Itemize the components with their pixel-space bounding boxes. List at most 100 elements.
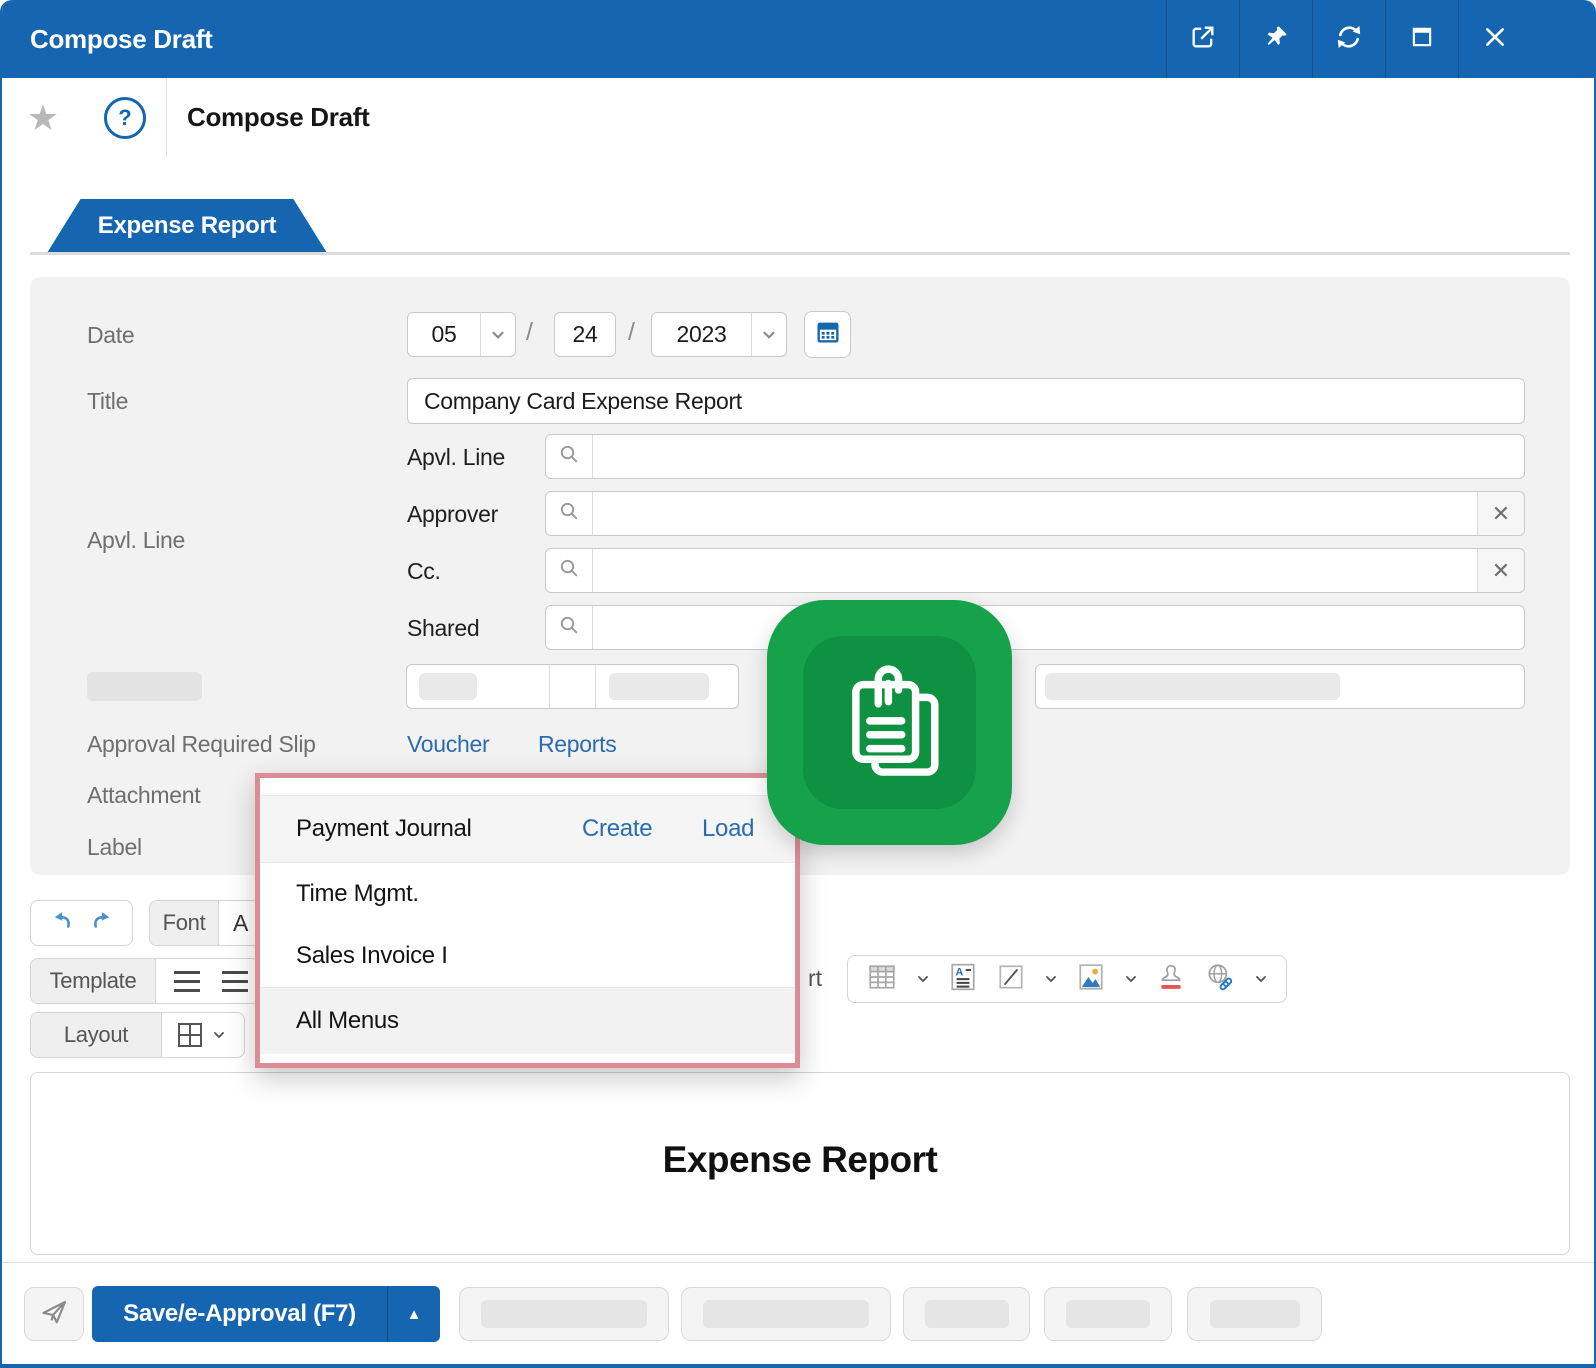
insert-line-button[interactable] (996, 962, 1026, 997)
tab-expense-report[interactable]: Expense Report (47, 199, 327, 253)
day-input[interactable]: 24 (554, 312, 616, 357)
layout-button[interactable]: Layout (31, 1013, 162, 1057)
open-new-window-icon (1189, 23, 1217, 56)
menu-item-label: Sales Invoice I (296, 942, 448, 970)
shared-input[interactable] (593, 606, 1524, 649)
help-button[interactable]: ? (84, 78, 167, 157)
shared-field (545, 605, 1525, 650)
menu-item-payment-journal[interactable]: Payment Journal Create Load (260, 795, 795, 863)
table-icon (866, 962, 898, 997)
calendar-button[interactable] (804, 311, 851, 358)
maximize-icon (1409, 24, 1435, 55)
layout-grid-dropdown[interactable] (212, 1028, 226, 1042)
title-value: Company Card Expense Report (424, 388, 742, 415)
apvl-line-search-button[interactable] (546, 435, 593, 478)
star-icon: ★ (27, 100, 59, 136)
attachment-badge (767, 600, 1012, 845)
approver-clear-button[interactable]: ✕ (1477, 492, 1524, 535)
cc-field: ✕ (545, 548, 1525, 593)
close-button[interactable] (1458, 0, 1531, 78)
shared-search-button[interactable] (546, 606, 593, 649)
cc-input[interactable] (593, 549, 1477, 592)
placeholder-field-left (406, 664, 739, 709)
title-input[interactable]: Company Card Expense Report (407, 378, 1525, 424)
pin-button[interactable] (1239, 0, 1312, 78)
apvl-line-row-label: Apvl. Line (407, 444, 505, 471)
maximize-button[interactable] (1385, 0, 1458, 78)
reports-link[interactable]: Reports (538, 731, 616, 758)
attachment-label: Attachment (87, 782, 200, 809)
insert-link-dropdown[interactable] (1254, 972, 1268, 986)
approval-slip-label: Approval Required Slip (87, 731, 316, 758)
close-icon (1481, 23, 1509, 56)
page-title: Compose Draft (187, 78, 369, 157)
voucher-link[interactable]: Voucher (407, 731, 489, 758)
align-justify-button[interactable] (174, 971, 200, 992)
insert-table-dropdown[interactable] (916, 972, 930, 986)
year-select[interactable]: 2023 (651, 312, 787, 357)
x-icon: ✕ (1492, 558, 1510, 584)
chevron-down-icon (1044, 972, 1058, 986)
year-value: 2023 (652, 313, 751, 356)
align-lines-icon (222, 971, 248, 992)
placeholder-button (903, 1287, 1030, 1341)
menu-item-label: Time Mgmt. (296, 880, 419, 908)
save-button-label: Save/e-Approval (F7) (92, 1286, 387, 1342)
month-select[interactable]: 05 (407, 312, 516, 357)
layout-grid-button[interactable] (178, 1023, 202, 1047)
document-title: Expense Report (31, 1139, 1569, 1181)
send-button[interactable] (24, 1287, 84, 1341)
refresh-button[interactable] (1312, 0, 1385, 78)
insert-line-dropdown[interactable] (1044, 972, 1058, 986)
placeholder-button (1187, 1287, 1322, 1341)
cc-search-button[interactable] (546, 549, 593, 592)
insert-image-dropdown[interactable] (1124, 972, 1138, 986)
insert-text-block-button[interactable]: A (948, 962, 978, 997)
insert-image-button[interactable] (1076, 962, 1106, 997)
approver-row-label: Approver (407, 501, 498, 528)
menu-item-sales-invoice[interactable]: Sales Invoice I (260, 925, 795, 987)
globe-link-icon (1204, 962, 1236, 997)
font-group: Font A (149, 900, 269, 946)
apvl-line-field (545, 434, 1525, 479)
insert-toolbar-group: A (847, 955, 1287, 1003)
approver-search-button[interactable] (546, 492, 593, 535)
undo-redo-group (30, 900, 133, 946)
placeholder-button (459, 1287, 669, 1341)
load-link[interactable]: Load (702, 815, 754, 843)
image-icon (1076, 962, 1106, 997)
magnifier-icon (557, 499, 581, 528)
approver-input[interactable] (593, 492, 1477, 535)
month-value: 05 (408, 313, 480, 356)
insert-link-button[interactable] (1204, 962, 1236, 997)
insert-table-button[interactable] (866, 962, 898, 997)
align-justify-button-2[interactable] (222, 971, 248, 992)
menu-item-label: All Menus (296, 1007, 399, 1035)
chevron-down-icon (481, 313, 515, 356)
footer-divider (2, 1262, 1594, 1263)
menu-item-time-mgmt[interactable]: Time Mgmt. (260, 863, 795, 925)
font-button[interactable]: Font (150, 901, 219, 945)
insert-stamp-button[interactable] (1156, 962, 1186, 997)
font-value-fragment: A (219, 910, 248, 937)
create-link[interactable]: Create (582, 815, 652, 843)
template-button[interactable]: Template (31, 959, 156, 1003)
apvl-line-input[interactable] (593, 435, 1524, 478)
chevron-down-icon (916, 972, 930, 986)
date-separator: / (526, 318, 533, 347)
stamp-icon (1156, 962, 1186, 997)
undo-button[interactable] (51, 909, 75, 938)
cc-clear-button[interactable]: ✕ (1477, 549, 1524, 592)
align-lines-icon (174, 971, 200, 992)
insert-label-fragment: rt (808, 965, 822, 992)
favorite-button[interactable]: ★ (2, 78, 85, 157)
chevron-down-icon (1124, 972, 1138, 986)
menu-item-all-menus[interactable]: All Menus (260, 987, 795, 1054)
save-dropdown-toggle[interactable]: ▲ (387, 1286, 440, 1342)
save-eapproval-button[interactable]: Save/e-Approval (F7) ▲ (92, 1286, 440, 1342)
redo-button[interactable] (89, 909, 113, 938)
grid-icon (178, 1023, 202, 1047)
magnifier-icon (557, 442, 581, 471)
editor-canvas[interactable]: Expense Report (30, 1072, 1570, 1255)
open-new-window-button[interactable] (1166, 0, 1239, 78)
